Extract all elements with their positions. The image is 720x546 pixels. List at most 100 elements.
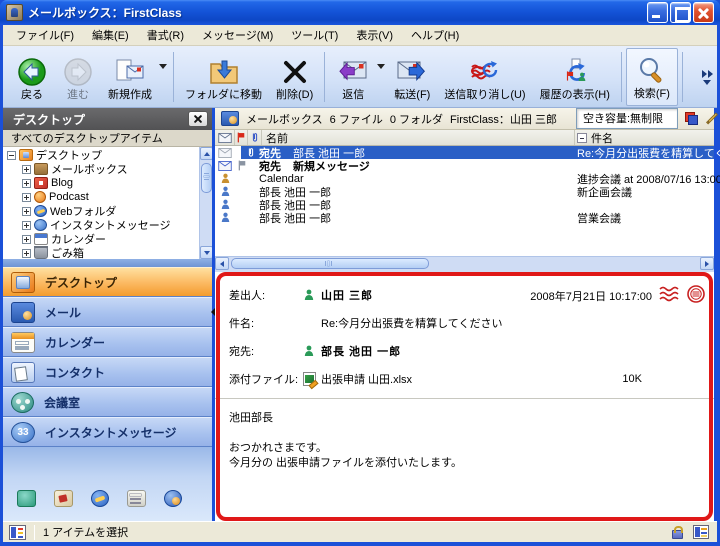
expand-icon[interactable] <box>22 193 31 202</box>
desktop-panel-subtitle: すべてのデスクトップアイテム <box>3 130 212 147</box>
maximize-button[interactable] <box>670 2 691 23</box>
body-line: 今月分の 出張申請ファイルを添付いたします。 <box>229 456 714 471</box>
toolbar-overflow-chevron-icon[interactable] <box>699 48 715 106</box>
to-value[interactable]: 部長 池田 一郎 <box>321 343 401 359</box>
attachment-column-icon[interactable] <box>248 130 262 145</box>
scroll-left-icon[interactable] <box>215 257 229 270</box>
tree-item-trash[interactable]: ごみ箱 <box>7 246 198 259</box>
news-icon[interactable] <box>127 490 146 507</box>
close-button[interactable] <box>693 2 714 23</box>
back-button[interactable]: 戻る <box>9 48 55 106</box>
nav-item-contacts[interactable]: コンタクト <box>3 357 212 386</box>
expand-icon[interactable] <box>22 249 31 258</box>
collapse-icon[interactable] <box>7 151 16 160</box>
collapse-column-icon[interactable] <box>577 133 587 143</box>
new-message-dropdown-icon[interactable] <box>159 64 167 69</box>
nav-item-desktop[interactable]: デスクトップ <box>3 267 212 296</box>
tree-item-mailbox[interactable]: メールボックス <box>7 162 198 176</box>
menu-tools[interactable]: ツール(T) <box>282 24 347 46</box>
flag-column-icon[interactable] <box>235 130 248 145</box>
search-button[interactable]: 検索(F) <box>626 48 678 106</box>
panel-toggle-icon[interactable] <box>9 525 26 540</box>
tree-item-blog[interactable]: Blog <box>7 176 198 190</box>
panel-close-button[interactable] <box>188 111 208 127</box>
capacity-indicator: 空き容量:無制限 <box>576 108 678 129</box>
list-horizontal-scrollbar[interactable] <box>215 256 714 270</box>
blog-icon <box>34 177 48 189</box>
minimize-button[interactable] <box>647 2 668 23</box>
content-area: デスクトップ すべてのデスクトップアイテム デスクトップ メールボックス <box>3 108 717 521</box>
scroll-up-icon[interactable] <box>200 147 212 160</box>
reply-dropdown-icon[interactable] <box>377 64 385 69</box>
scrollbar-thumb[interactable] <box>201 163 212 193</box>
view-mode-icon[interactable] <box>693 525 709 539</box>
community-icon[interactable] <box>17 490 36 507</box>
history-button[interactable]: 履歴の表示(H) <box>533 48 617 106</box>
nav-item-instant-message[interactable]: 33 インスタントメッセージ <box>3 417 212 446</box>
menu-file[interactable]: ファイル(F) <box>7 24 83 46</box>
tree-item-calendar[interactable]: カレンダー <box>7 232 198 246</box>
tree-scrollbar[interactable] <box>199 147 212 259</box>
mail-row[interactable]: 部長 池田 一郎 営業会議 <box>215 211 714 224</box>
contacts-icon <box>11 362 35 383</box>
move-to-folder-button[interactable]: フォルダに移動 <box>178 48 269 106</box>
directory-icon[interactable] <box>54 490 73 507</box>
expand-icon[interactable] <box>22 207 31 216</box>
status-divider <box>34 525 35 540</box>
reply-button[interactable]: 返信 <box>329 48 377 106</box>
edit-icon[interactable] <box>706 112 718 124</box>
attachment-name[interactable]: 出張申請 山田.xlsx <box>321 371 412 387</box>
from-value[interactable]: 山田 三郎 <box>321 287 373 303</box>
expand-icon[interactable] <box>22 179 31 188</box>
conference-icon <box>11 392 34 413</box>
menu-help[interactable]: ヘルプ(H) <box>402 24 468 46</box>
compose-icon <box>113 55 147 89</box>
column-name[interactable]: 名前 <box>262 130 288 146</box>
toolbar-separator <box>173 52 174 102</box>
column-subject[interactable]: 件名 <box>574 130 714 145</box>
expand-icon[interactable] <box>22 235 31 244</box>
envelope-column-icon[interactable] <box>215 130 235 145</box>
history-icon <box>558 55 592 89</box>
attachment-field: 添付ファイル: 出張申請 山田.xlsx 10K <box>215 370 714 388</box>
menu-view[interactable]: 表示(V) <box>347 24 402 46</box>
scroll-right-icon[interactable] <box>700 257 714 270</box>
nav-item-mail[interactable]: メール <box>3 297 212 326</box>
menu-edit[interactable]: 編集(E) <box>83 24 138 46</box>
scroll-down-icon[interactable] <box>200 246 212 259</box>
tree-item-instant-message[interactable]: インスタントメッセージ <box>7 218 198 232</box>
instant-message-icon: 33 <box>11 422 35 443</box>
nav-item-calendar[interactable]: カレンダー <box>3 327 212 356</box>
forward-message-button[interactable]: 転送(F) <box>387 48 437 106</box>
scrollbar-thumb[interactable] <box>231 258 429 269</box>
mail-row[interactable]: 宛先 部長 池田 一郎 Re:今月分出張費を精算してください <box>215 146 714 159</box>
unread-envelope-icon <box>217 161 233 171</box>
menu-format[interactable]: 書式(R) <box>138 24 193 46</box>
file-count: 6 ファイル <box>330 111 383 127</box>
folder-count: 0 フォルダ <box>390 111 443 127</box>
internet-icon[interactable] <box>164 490 182 507</box>
app-window: メールボックス：FirstClass ファイル(F) 編集(E) 書式(R) メ… <box>0 0 720 546</box>
web-icon[interactable] <box>91 490 109 507</box>
tree-item-desktop[interactable]: デスクトップ <box>7 148 198 162</box>
instant-message-icon <box>34 219 47 231</box>
unsend-icon <box>468 55 502 89</box>
lock-icon <box>672 530 683 539</box>
panel-collapse-icon[interactable] <box>211 308 215 316</box>
tree-item-webfolder[interactable]: Webフォルダ <box>7 204 198 218</box>
layers-icon[interactable] <box>685 112 698 125</box>
mailbox-title: メールボックス <box>246 111 323 127</box>
delete-button[interactable]: 削除(D) <box>269 48 320 106</box>
new-message-button[interactable]: 新規作成 <box>101 48 159 106</box>
unsend-button[interactable]: 送信取り消し(U) <box>437 48 532 106</box>
tree-item-podcast[interactable]: Podcast <box>7 190 198 204</box>
mailbox-icon <box>34 163 48 175</box>
attachment-icon <box>245 147 257 158</box>
nav-item-conference[interactable]: 会議室 <box>3 387 212 416</box>
forward-button[interactable]: 進む <box>55 48 101 106</box>
expand-icon[interactable] <box>22 165 31 174</box>
menu-message[interactable]: メッセージ(M) <box>193 24 282 46</box>
to-label: 宛先: <box>215 343 301 359</box>
expand-icon[interactable] <box>22 221 31 230</box>
attachment-label: 添付ファイル: <box>215 371 301 387</box>
